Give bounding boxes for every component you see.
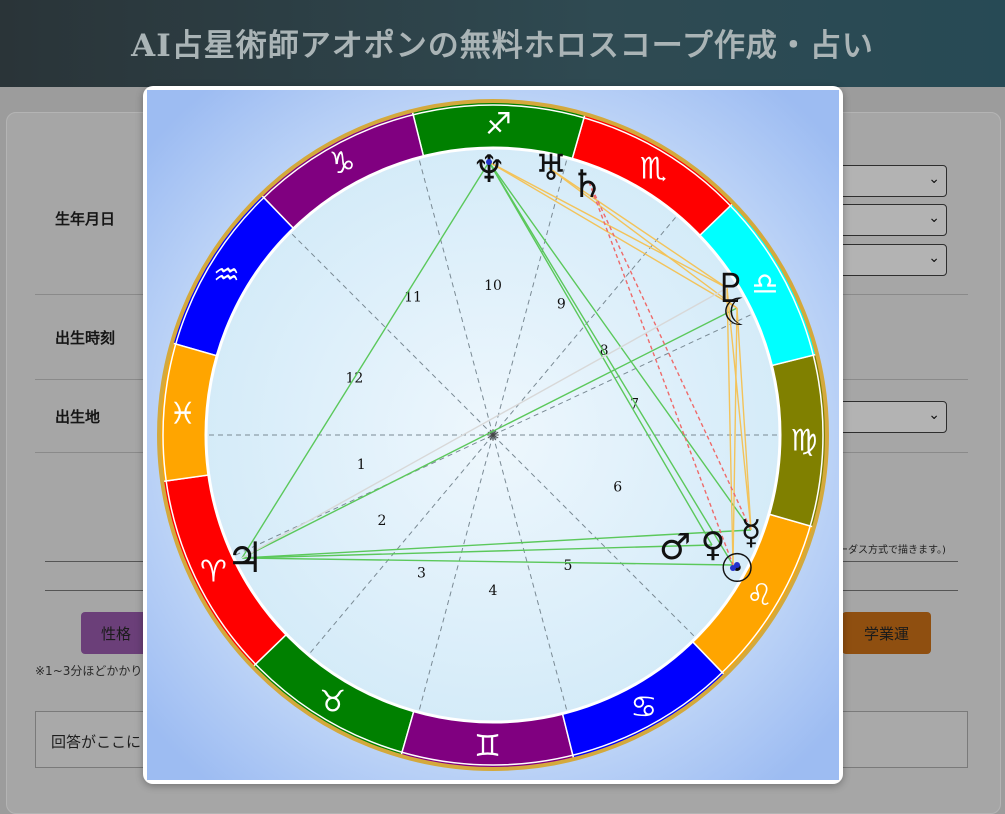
- wait-time-note: ※1~3分ほどかかり: [35, 664, 143, 678]
- chevron-down-icon: ⌄: [928, 250, 940, 266]
- house-number: 4: [489, 583, 498, 599]
- chevron-down-icon: ⌄: [928, 210, 940, 226]
- horoscope-chart: ♈♉♊♋♌♍♎♏♐♑♒♓ 123456789101112 ♆♅♄♇☾☿♀♂☉♃: [147, 90, 839, 780]
- sign-glyph-virgo: ♍: [790, 423, 817, 458]
- horoscope-modal[interactable]: ♈♉♊♋♌♍♎♏♐♑♒♓ 123456789101112 ♆♅♄♇☾☿♀♂☉♃: [143, 86, 843, 784]
- sign-glyph-capricorn: ♑: [329, 146, 356, 181]
- planet-dot: [486, 159, 492, 165]
- birth-day-select[interactable]: ⌄: [835, 244, 947, 276]
- house-number: 7: [630, 397, 639, 413]
- sign-glyph-aries: ♈: [200, 554, 227, 589]
- sign-glyph-sagittarius: ♐: [485, 107, 512, 142]
- sign-glyph-taurus: ♉: [319, 685, 346, 720]
- birth-time-label: 出生時刻: [55, 329, 116, 347]
- sign-glyph-pisces: ♓: [169, 396, 196, 431]
- answer-placeholder: 回答がここに: [51, 733, 142, 751]
- planet-saturn-icon: ♄: [570, 162, 604, 206]
- study-luck-button[interactable]: 学業運: [842, 612, 931, 654]
- sign-glyph-aquarius: ♒: [213, 258, 240, 293]
- house-number: 3: [417, 565, 426, 581]
- sign-glyph-scorpio: ♏: [640, 151, 667, 186]
- chart-method-note: ーダス方式で描きます。): [838, 545, 946, 556]
- planet-moon-icon: ☾: [722, 290, 756, 334]
- house-number: 9: [557, 297, 566, 313]
- planet-jupiter-icon: ♃: [226, 533, 264, 582]
- birth-month-select[interactable]: ⌄: [835, 204, 947, 236]
- sign-glyph-cancer: ♋: [630, 690, 657, 725]
- planet-mars-icon: ♂: [659, 527, 691, 568]
- planet-sun-icon: ☉: [719, 546, 755, 592]
- planet-neptune-icon: ♆: [472, 147, 506, 191]
- planet-uranus-icon: ♅: [535, 148, 567, 189]
- chevron-down-icon: ⌄: [928, 171, 940, 187]
- house-number: 6: [613, 480, 622, 496]
- personality-button[interactable]: 性格: [81, 612, 151, 654]
- sign-glyph-gemini: ♊: [474, 729, 501, 764]
- house-number: 2: [377, 513, 386, 529]
- birth-date-label: 生年月日: [55, 210, 116, 228]
- birth-year-select[interactable]: ⌄: [835, 165, 947, 197]
- house-number: 1: [357, 457, 366, 473]
- house-number: 10: [484, 278, 502, 294]
- birth-place-select[interactable]: ⌄: [835, 401, 947, 433]
- house-number: 11: [404, 289, 422, 305]
- chevron-down-icon: ⌄: [928, 407, 940, 423]
- page-title: AI占星術師アオポンの無料ホロスコープ作成・占い: [131, 28, 874, 64]
- planet-dot: [730, 565, 736, 571]
- house-number: 5: [564, 558, 573, 574]
- birth-place-label: 出生地: [55, 408, 101, 426]
- page-header: AI占星術師アオポンの無料ホロスコープ作成・占い: [0, 0, 1005, 87]
